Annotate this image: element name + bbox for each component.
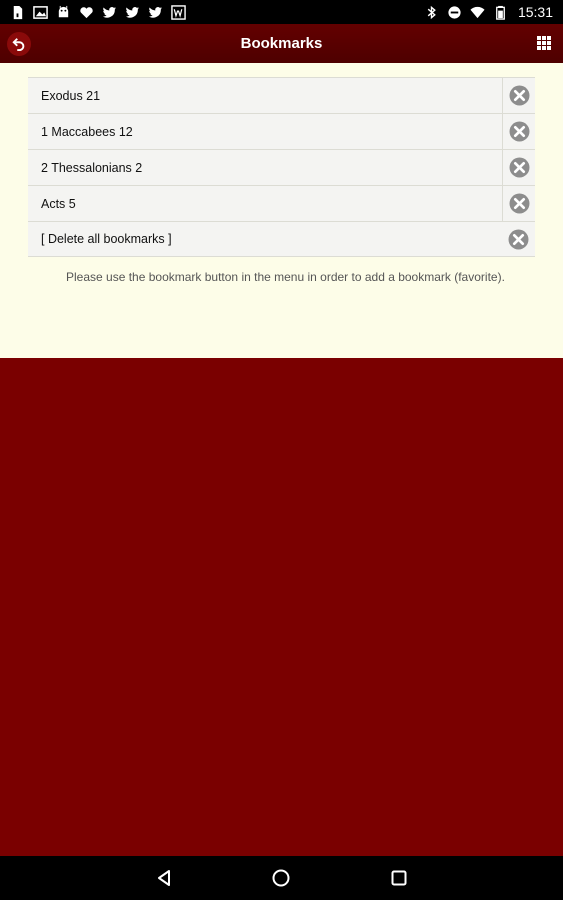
twitter-icon (102, 5, 117, 20)
do-not-disturb-icon (447, 5, 462, 20)
bookmark-link[interactable]: Exodus 21 (28, 78, 502, 113)
bookmarks-panel: Exodus 21 1 Maccabees 12 2 Thessalonians… (0, 63, 563, 358)
list-item: Acts 5 (28, 185, 535, 221)
nav-recents-button[interactable] (387, 866, 411, 890)
delete-all-row: [ Delete all bookmarks ] (28, 221, 535, 257)
delete-all-button[interactable] (502, 222, 535, 256)
clock: 15:31 (517, 4, 553, 20)
close-circle-icon (509, 193, 530, 214)
battery-icon (493, 5, 508, 20)
image-icon (33, 5, 48, 20)
delete-bookmark-button[interactable] (502, 150, 535, 185)
delete-bookmark-button[interactable] (502, 114, 535, 149)
delete-bookmark-button[interactable] (502, 78, 535, 113)
list-item: Exodus 21 (28, 77, 535, 113)
delete-bookmark-button[interactable] (502, 186, 535, 221)
recents-square-icon (389, 868, 409, 888)
bookmark-link[interactable]: 1 Maccabees 12 (28, 114, 502, 149)
w-app-icon (171, 4, 186, 20)
status-bar: 15:31 (0, 0, 563, 24)
close-circle-icon (509, 85, 530, 106)
close-circle-icon (509, 121, 530, 142)
back-triangle-icon (154, 868, 174, 888)
twitter-icon (148, 5, 163, 20)
page-title: Bookmarks (240, 35, 323, 52)
back-icon (12, 37, 26, 51)
menu-button[interactable] (536, 35, 552, 51)
close-circle-icon (509, 157, 530, 178)
list-item: 1 Maccabees 12 (28, 113, 535, 149)
bookmark-link[interactable]: Acts 5 (28, 186, 502, 221)
heart-icon (79, 5, 94, 20)
twitter-icon (125, 5, 140, 20)
bookmark-link[interactable]: 2 Thessalonians 2 (28, 150, 502, 185)
bluetooth-icon (424, 5, 439, 20)
grid-menu-icon (536, 35, 552, 51)
wifi-icon (470, 5, 485, 20)
notification-icons (10, 4, 186, 20)
bookmark-list: Exodus 21 1 Maccabees 12 2 Thessalonians… (28, 77, 535, 257)
system-icons: 15:31 (424, 4, 553, 20)
sim-card-icon (10, 5, 25, 20)
android-icon (56, 5, 71, 20)
nav-back-button[interactable] (152, 866, 176, 890)
app-bar: Bookmarks (0, 24, 563, 63)
home-circle-icon (271, 868, 291, 888)
delete-all-link[interactable]: [ Delete all bookmarks ] (28, 222, 502, 256)
hint-text: Please use the bookmark button in the me… (66, 270, 505, 284)
list-item: 2 Thessalonians 2 (28, 149, 535, 185)
nav-home-button[interactable] (269, 866, 293, 890)
navigation-bar (0, 856, 563, 900)
back-button[interactable] (7, 32, 31, 56)
close-circle-icon (508, 229, 529, 250)
